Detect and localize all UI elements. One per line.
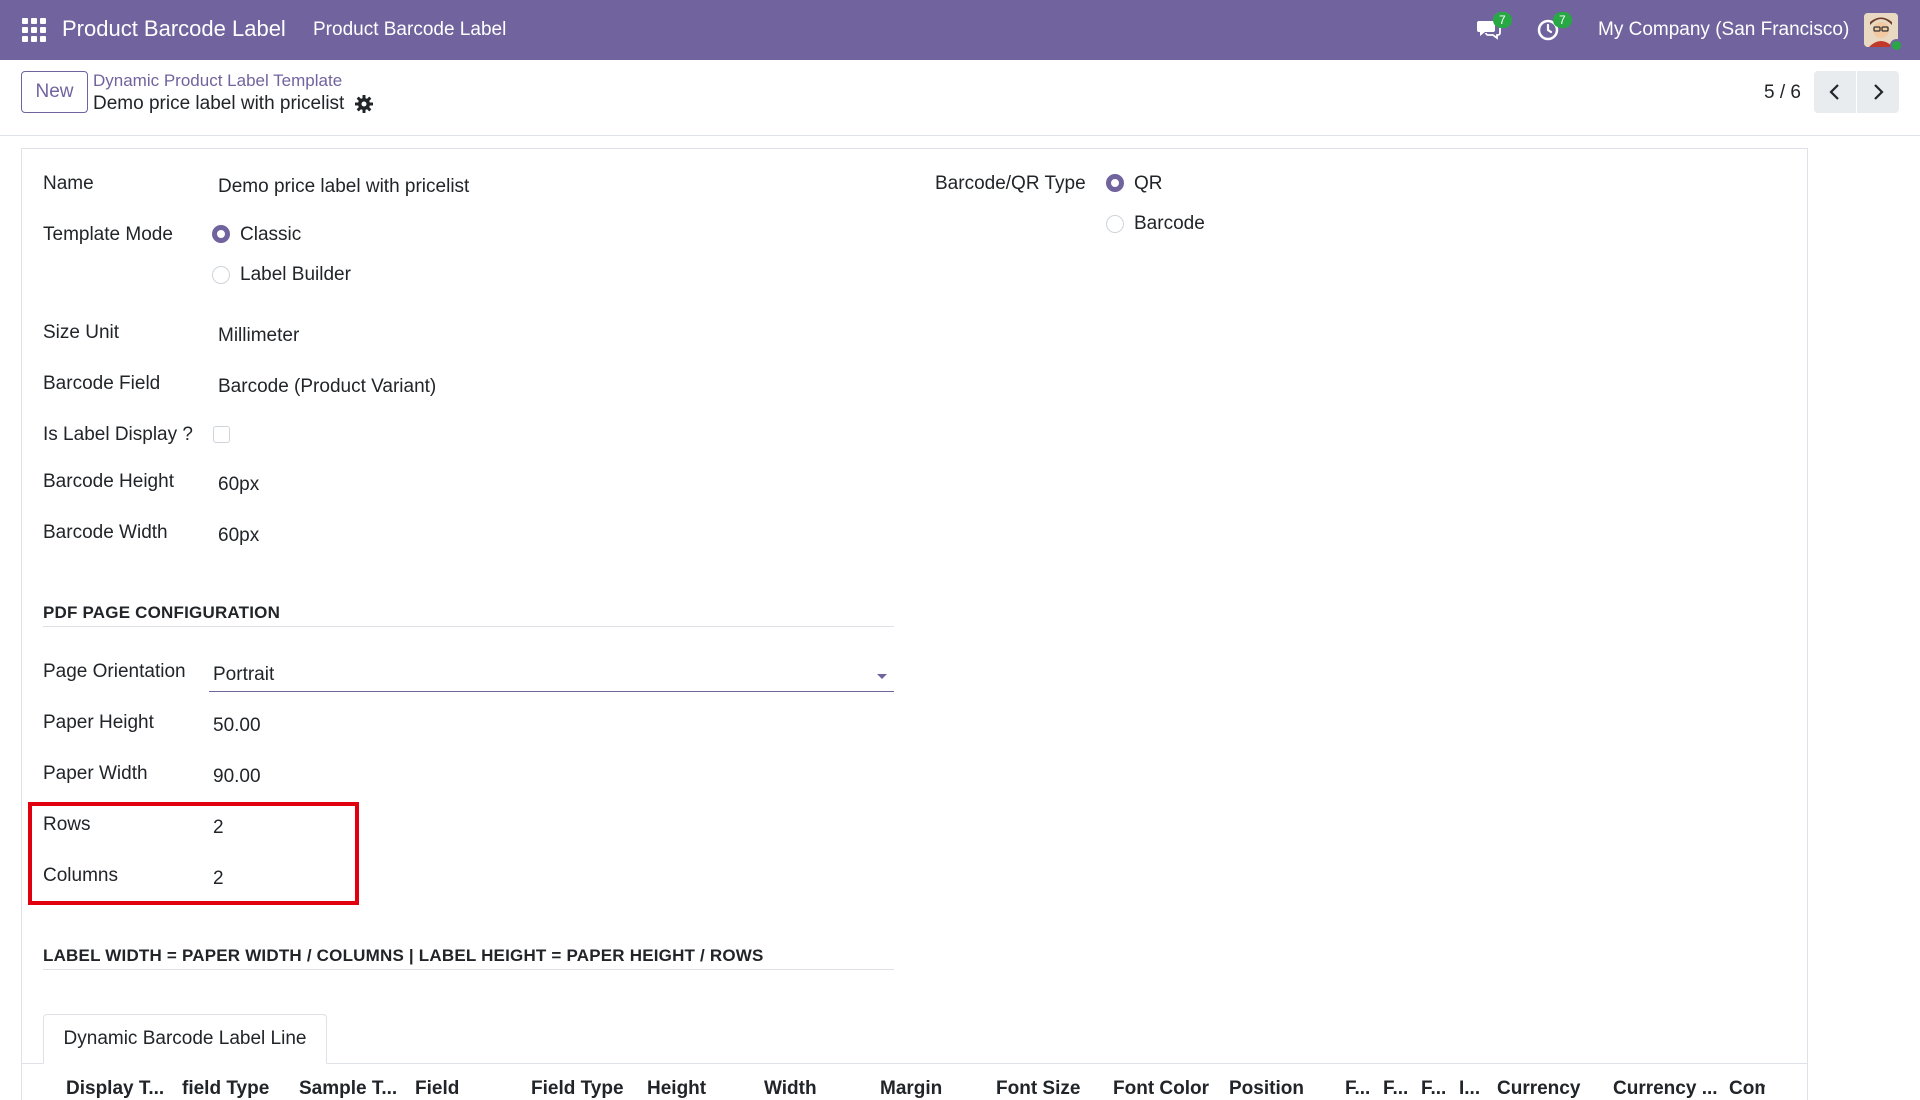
column-header[interactable]: Sample T...	[299, 1078, 399, 1100]
formula-section-divider	[43, 969, 894, 970]
paper-width-field[interactable]: 90.00	[213, 766, 261, 788]
barcode-type-qr-radio[interactable]	[1106, 174, 1124, 192]
menu-product-barcode-label[interactable]: Product Barcode Label	[313, 19, 506, 41]
chevron-right-icon	[1874, 84, 1884, 100]
is-label-display-checkbox[interactable]	[213, 426, 230, 443]
barcode-type-label: Barcode/QR Type	[935, 173, 1086, 194]
breadcrumb-current-record: Demo price label with pricelist	[93, 93, 345, 114]
column-header[interactable]: Display T...	[66, 1078, 166, 1100]
page-orientation-select[interactable]: Portrait	[209, 660, 894, 692]
gear-icon[interactable]	[354, 94, 374, 114]
name-label: Name	[43, 173, 94, 194]
template-mode-label-builder-label[interactable]: Label Builder	[240, 264, 351, 286]
column-header[interactable]: I...	[1459, 1078, 1489, 1100]
size-unit-label: Size Unit	[43, 322, 120, 343]
apps-menu-icon[interactable]	[22, 18, 46, 42]
column-header[interactable]: field Type	[182, 1078, 282, 1100]
column-header[interactable]: Field	[415, 1078, 515, 1100]
messages-button[interactable]: 7	[1476, 12, 1512, 44]
column-header[interactable]: Height	[647, 1078, 747, 1100]
barcode-type-barcode-radio[interactable]	[1106, 215, 1124, 233]
column-header[interactable]: F...	[1345, 1078, 1379, 1100]
paper-height-label: Paper Height	[43, 712, 154, 733]
barcode-width-label: Barcode Width	[43, 522, 168, 543]
size-unit-field[interactable]: Millimeter	[218, 325, 299, 347]
tab-dynamic-barcode-label-line[interactable]: Dynamic Barcode Label Line	[43, 1014, 327, 1064]
barcode-type-qr-label[interactable]: QR	[1134, 173, 1163, 195]
app-brand[interactable]: Product Barcode Label	[62, 16, 286, 42]
barcode-field-value[interactable]: Barcode (Product Variant)	[218, 376, 436, 398]
rows-columns-highlight	[28, 802, 359, 905]
column-header[interactable]: Field Type	[531, 1078, 631, 1100]
pager-previous-button[interactable]	[1814, 71, 1856, 113]
column-header[interactable]: F...	[1421, 1078, 1455, 1100]
page-orientation-value: Portrait	[213, 664, 275, 685]
user-avatar[interactable]	[1864, 13, 1903, 52]
barcode-type-barcode-label[interactable]: Barcode	[1134, 213, 1205, 235]
template-mode-classic-radio[interactable]	[212, 225, 230, 243]
top-navbar: Product Barcode Label Product Barcode La…	[0, 0, 1920, 60]
pager-next-button[interactable]	[1857, 71, 1899, 113]
paper-width-label: Paper Width	[43, 763, 148, 784]
pdf-page-configuration-heading: PDF PAGE CONFIGURATION	[43, 603, 281, 622]
control-panel: New Dynamic Product Label Template Demo …	[0, 60, 1920, 136]
is-label-display-label: Is Label Display ?	[43, 424, 193, 445]
barcode-height-field[interactable]: 60px	[218, 474, 259, 496]
column-header[interactable]: Margin	[880, 1078, 980, 1100]
messages-count-badge: 7	[1493, 12, 1512, 28]
barcode-height-label: Barcode Height	[43, 471, 174, 492]
barcode-width-field[interactable]: 60px	[218, 525, 259, 547]
barcode-field-label: Barcode Field	[43, 373, 161, 394]
online-status-dot	[1890, 39, 1903, 52]
column-header[interactable]: Font Color	[1113, 1078, 1213, 1100]
column-header[interactable]: Currency ...	[1613, 1078, 1723, 1100]
activities-button[interactable]: 7	[1536, 12, 1572, 44]
pdf-section-divider	[43, 626, 894, 627]
column-header[interactable]: Currency	[1497, 1078, 1607, 1100]
label-size-formula-heading: LABEL WIDTH = PAPER WIDTH / COLUMNS | LA…	[43, 946, 764, 965]
template-mode-classic-label[interactable]: Classic	[240, 224, 301, 246]
column-header[interactable]: Font Size	[996, 1078, 1096, 1100]
caret-down-icon	[877, 674, 887, 679]
template-mode-label: Template Mode	[43, 224, 173, 245]
name-field[interactable]: Demo price label with pricelist	[218, 176, 469, 198]
column-header[interactable]: Width	[764, 1078, 864, 1100]
column-header[interactable]: Com	[1729, 1078, 1765, 1100]
template-mode-label-builder-radio[interactable]	[212, 266, 230, 284]
company-switcher[interactable]: My Company (San Francisco)	[1598, 19, 1849, 41]
page-orientation-label: Page Orientation	[43, 661, 186, 682]
column-header[interactable]: Position	[1229, 1078, 1329, 1100]
breadcrumb-parent-link[interactable]: Dynamic Product Label Template	[93, 71, 342, 91]
chevron-left-icon	[1829, 84, 1839, 100]
new-button[interactable]: New	[21, 71, 88, 113]
column-header[interactable]: F...	[1383, 1078, 1417, 1100]
paper-height-field[interactable]: 50.00	[213, 715, 261, 737]
activities-count-badge: 7	[1553, 12, 1572, 28]
pager-value[interactable]: 5 / 6	[1764, 82, 1801, 104]
